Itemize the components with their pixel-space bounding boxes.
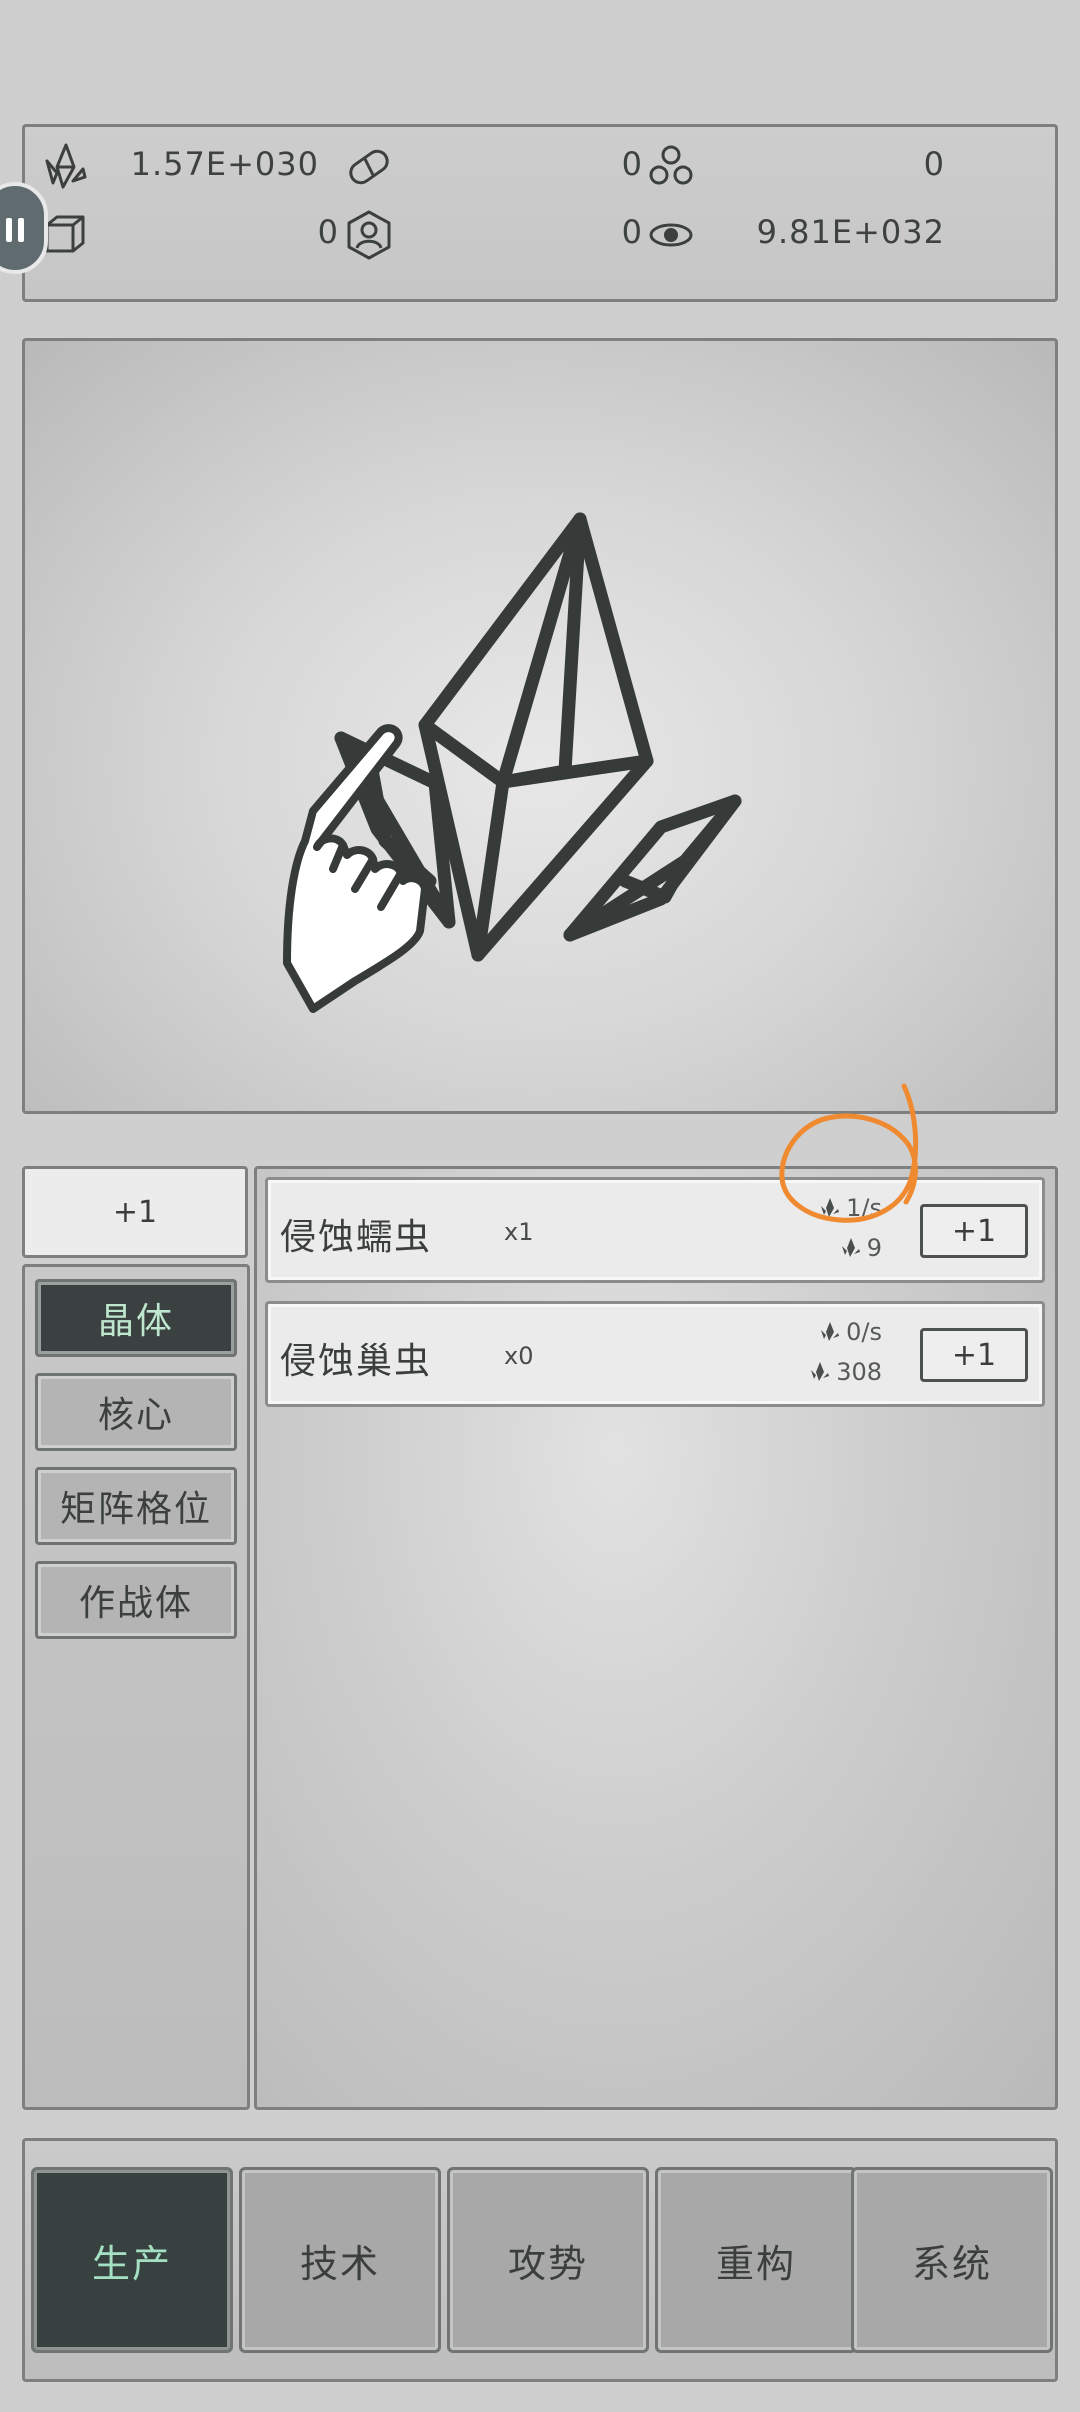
category-panel: 晶体 核心 矩阵格位 作战体 <box>22 1264 250 2110</box>
crystal-icon <box>283 512 742 1013</box>
unit-cost-value: 9 <box>866 1234 882 1262</box>
nav-tab-rebuild[interactable]: 重构 <box>655 2167 857 2353</box>
buy-unit-label: +1 <box>951 1337 997 1373</box>
unit-count: x0 <box>504 1342 534 1370</box>
unit-cost: 9 <box>839 1234 882 1262</box>
buy-all-label: +1 <box>112 1194 158 1230</box>
nav-tab-production[interactable]: 生产 <box>31 2167 233 2353</box>
crystal-icon <box>821 1198 840 1217</box>
unit-rate-value: 1/s <box>846 1194 882 1222</box>
resource-crystal: 1.57E+030 <box>39 137 319 197</box>
eye-orbit-icon <box>649 223 693 247</box>
unit-name: 侵蚀巢虫 <box>280 1341 433 1382</box>
unit-count: x1 <box>504 1218 534 1246</box>
resource-value: 9.81E+032 <box>756 213 945 251</box>
unit-row: 侵蚀巢虫 x0 0/s 308 +1 <box>265 1301 1045 1407</box>
crystal-icon <box>841 1238 860 1257</box>
nav-label: 生产 <box>91 2241 172 2286</box>
category-tab-core[interactable]: 核心 <box>35 1373 237 1451</box>
nav-label: 系统 <box>911 2241 992 2286</box>
resource-capsule: 0 <box>343 137 643 197</box>
pause-bar <box>6 218 12 242</box>
unit-rate: 0/s <box>818 1318 882 1346</box>
unit-cost: 308 <box>808 1358 882 1386</box>
buy-all-button[interactable]: +1 <box>22 1166 248 1258</box>
crystal-icon <box>821 1322 840 1341</box>
category-label: 作战体 <box>78 1583 193 1624</box>
unit-row: 侵蚀蠕虫 x1 1/s 9 +1 <box>265 1177 1045 1283</box>
unit-rate-value: 0/s <box>846 1318 882 1346</box>
molecule-icon <box>649 145 693 185</box>
category-tab-combat-unit[interactable]: 作战体 <box>35 1561 237 1639</box>
resource-eye: 9.81E+032 <box>645 205 945 265</box>
category-tab-crystal[interactable]: 晶体 <box>35 1279 237 1357</box>
buy-unit-button[interactable]: +1 <box>920 1328 1028 1382</box>
nav-label: 重构 <box>715 2241 796 2286</box>
nav-tab-offensive[interactable]: 攻势 <box>447 2167 649 2353</box>
resource-value: 0 <box>317 213 339 251</box>
resource-molecule: 0 <box>645 137 945 197</box>
resource-value: 1.57E+030 <box>130 145 319 183</box>
nav-tab-system[interactable]: 系统 <box>851 2167 1053 2353</box>
pill-capsule-icon <box>349 149 389 185</box>
category-label: 矩阵格位 <box>59 1489 212 1530</box>
crystal-icon <box>45 143 87 189</box>
resource-person: 0 <box>343 205 643 265</box>
buy-unit-label: +1 <box>951 1213 997 1249</box>
resource-value: 0 <box>923 145 945 183</box>
nav-label: 技术 <box>299 2241 380 2286</box>
resource-value: 0 <box>621 145 643 183</box>
category-label: 晶体 <box>97 1301 174 1342</box>
unit-rate: 1/s <box>818 1194 882 1222</box>
crystal-tap-area[interactable] <box>22 338 1058 1114</box>
nav-tab-tech[interactable]: 技术 <box>239 2167 441 2353</box>
person-badge-icon <box>347 210 391 260</box>
category-tab-matrix-slot[interactable]: 矩阵格位 <box>35 1467 237 1545</box>
crystal-icon <box>811 1362 830 1381</box>
buy-unit-button[interactable]: +1 <box>920 1204 1028 1258</box>
resource-value: 0 <box>621 213 643 251</box>
category-label: 核心 <box>97 1395 174 1436</box>
floating-pause-button[interactable] <box>0 182 48 274</box>
pause-bar <box>18 218 24 242</box>
unit-name: 侵蚀蠕虫 <box>280 1217 433 1258</box>
unit-cost-value: 308 <box>836 1358 882 1386</box>
resource-cube: 0 <box>39 205 339 265</box>
resource-bar: 1.57E+030 0 0 0 0 9.81E+032 <box>22 124 1058 302</box>
nav-label: 攻势 <box>507 2241 588 2286</box>
bottom-nav: 生产 技术 攻势 重构 系统 <box>22 2138 1058 2382</box>
unit-list-panel: 侵蚀蠕虫 x1 1/s 9 +1 侵蚀巢虫 x0 0/s 308 +1 <box>254 1166 1058 2110</box>
